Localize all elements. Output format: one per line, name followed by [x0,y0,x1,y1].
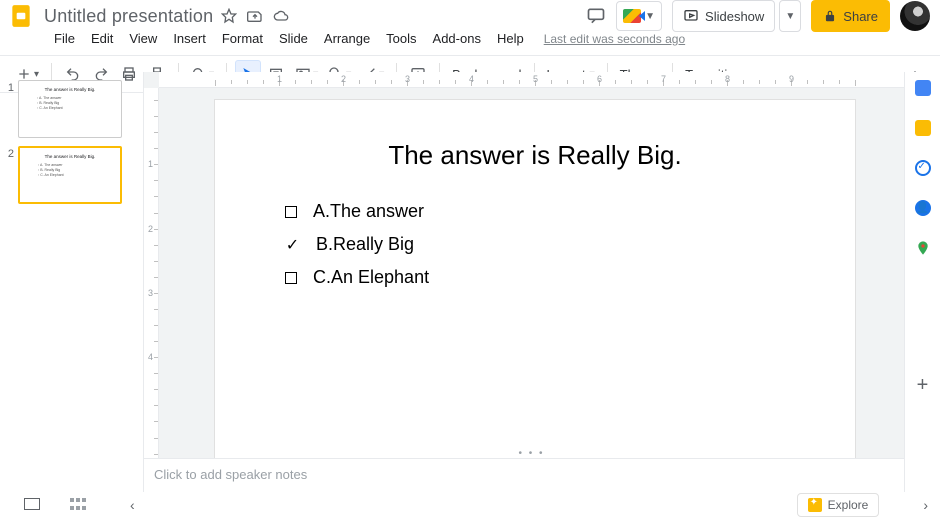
slides-logo[interactable] [8,0,34,33]
explore-icon [808,498,822,512]
chevron-down-icon: ▼ [645,11,655,22]
filmstrip[interactable]: 1The answer is Really Big.▫ A. The answe… [0,72,144,492]
option-label: C.An Elephant [313,267,429,288]
horizontal-ruler: 123456789 [159,72,904,88]
checkmark-icon: ✓ [285,235,300,255]
keep-icon[interactable] [913,118,933,138]
tasks-icon[interactable] [913,158,933,178]
open-comments-icon[interactable] [586,6,606,26]
account-avatar[interactable] [900,1,930,31]
maps-icon[interactable] [913,238,933,258]
menu-file[interactable]: File [46,28,83,49]
hide-filmstrip-icon[interactable]: ‹ [126,497,139,513]
slide-option[interactable]: A.The answer [285,195,855,228]
slide-number: 1 [4,80,18,138]
menu-view[interactable]: View [121,28,165,49]
hide-sidepanel-icon[interactable]: › [919,497,932,513]
slide-option[interactable]: C.An Elephant [285,261,855,294]
menu-format[interactable]: Format [214,28,271,49]
calendar-icon[interactable] [913,78,933,98]
slideshow-button[interactable]: Slideshow [672,0,775,32]
slide-thumbnail[interactable]: The answer is Really Big.▫ A. The answer… [18,80,122,138]
slide-canvas[interactable]: The answer is Really Big. A.The answer ✓ B… [159,88,904,458]
cloud-status-icon[interactable] [273,8,289,24]
move-icon[interactable] [247,8,263,24]
lock-icon [823,9,837,23]
current-slide[interactable]: The answer is Really Big. A.The answer ✓ B… [215,100,855,458]
doc-title[interactable]: Untitled presentation [44,6,213,27]
checkbox-icon [285,272,297,284]
slide-option[interactable]: ✓ B.Really Big [285,228,855,261]
last-edit-link[interactable]: Last edit was seconds ago [544,32,685,46]
vertical-ruler: 1234 [144,88,159,458]
menu-addons[interactable]: Add-ons [425,28,489,49]
filmstrip-view-icon[interactable] [24,498,40,513]
notes-resize-handle[interactable]: • • • [512,448,552,458]
status-bar: ‹ Explore › [0,492,940,518]
present-meet-button[interactable]: ▼ [616,1,662,31]
option-label: A.The answer [313,201,424,222]
meet-icon [623,9,641,23]
menu-help[interactable]: Help [489,28,532,49]
side-panel: 👤 + [904,72,940,492]
slide-title[interactable]: The answer is Really Big. [215,140,855,171]
slide-thumbnail[interactable]: The answer is Really Big.▫ A. The answer… [18,146,122,204]
menu-slide[interactable]: Slide [271,28,316,49]
grid-view-icon[interactable] [70,498,86,513]
slide-number: 2 [4,146,18,204]
contacts-icon[interactable]: 👤 [913,198,933,218]
menu-tools[interactable]: Tools [378,28,424,49]
speaker-notes[interactable]: Click to add speaker notes [144,458,904,492]
menu-edit[interactable]: Edit [83,28,121,49]
menu-arrange[interactable]: Arrange [316,28,378,49]
share-button[interactable]: Share [811,0,890,32]
checkbox-icon [285,206,297,218]
option-label: B.Really Big [316,234,414,255]
get-addons-icon[interactable]: + [917,374,929,397]
explore-button[interactable]: Explore [797,493,880,517]
play-rect-icon [683,8,699,24]
menu-insert[interactable]: Insert [165,28,214,49]
star-icon[interactable] [221,8,237,24]
slideshow-dropdown[interactable]: ▼ [779,0,801,32]
